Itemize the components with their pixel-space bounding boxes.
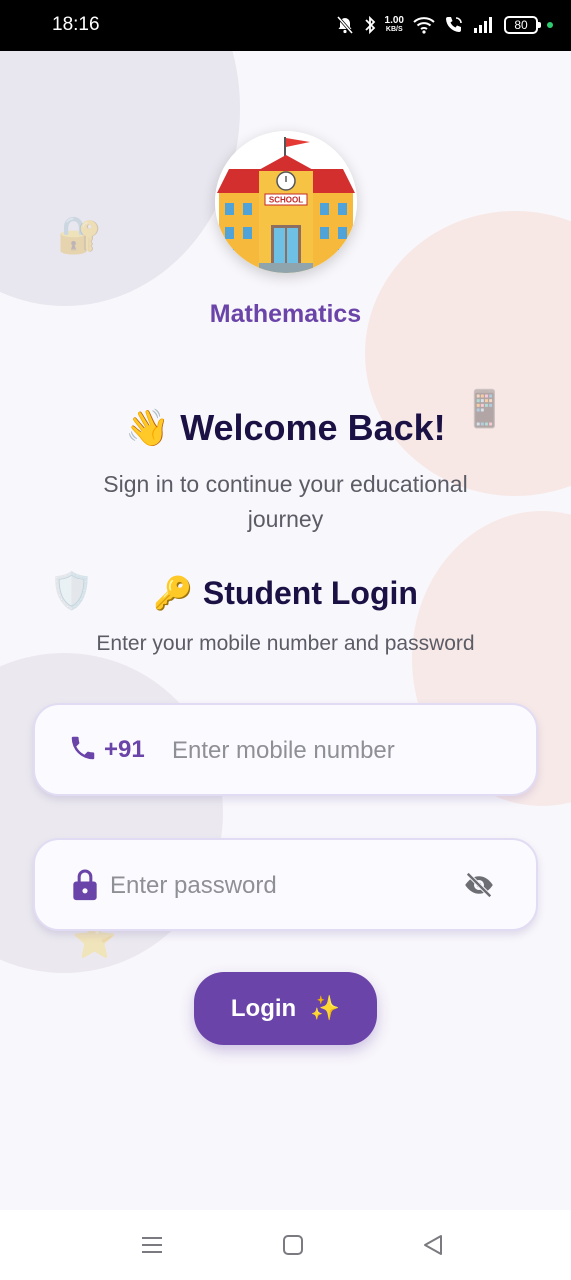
status-bar: 18:16 1.00 KB/S 80: [0, 0, 571, 51]
wifi-icon: [413, 16, 435, 34]
subject-name: Mathematics: [209, 300, 362, 328]
login-heading: 🔑 Student Login: [0, 574, 571, 612]
signal-icon: [473, 17, 495, 33]
wifi-call-icon: [444, 15, 464, 35]
login-screen: 🔐 📱 🛡️ ⭐ SCHOOL Mathematics 👋 Welcome Ba…: [0, 51, 571, 1210]
net-speed-value: 1.00: [384, 15, 404, 26]
mute-icon: [335, 15, 355, 35]
net-speed-unit: KB/S: [385, 26, 403, 33]
welcome-subtitle: Sign in to continue your educational jou…: [103, 471, 468, 532]
phone-icon: [68, 733, 98, 768]
charging-dot-icon: [547, 22, 553, 28]
login-subtitle: Enter your mobile number and password: [96, 632, 475, 655]
battery-indicator: 80: [504, 16, 541, 34]
background-blob: [0, 51, 240, 306]
login-title: Student Login: [202, 575, 418, 611]
mobile-number-field[interactable]: +91: [33, 703, 538, 796]
menu-icon[interactable]: [141, 1234, 163, 1261]
home-square-icon[interactable]: [282, 1234, 304, 1261]
toggle-password-visibility-icon[interactable]: [464, 872, 494, 903]
key-icon: 🔑: [153, 575, 193, 611]
login-button-label: Login: [230, 994, 297, 1022]
back-triangle-icon[interactable]: [422, 1234, 444, 1261]
lock-icon: [71, 868, 99, 907]
navigation-bar: [0, 1210, 571, 1280]
bluetooth-icon: [364, 15, 376, 35]
status-time: 18:16: [52, 14, 100, 35]
waving-hand-icon: 👋: [125, 407, 171, 448]
background-blob: [365, 211, 571, 496]
country-code: +91: [104, 736, 145, 763]
status-icons: 1.00 KB/S 80: [335, 12, 553, 38]
school-sign: SCHOOL: [269, 196, 303, 205]
school-logo: SCHOOL: [215, 131, 357, 273]
welcome-heading: 👋 Welcome Back!: [0, 407, 571, 449]
password-input[interactable]: [110, 868, 450, 904]
network-speed: 1.00 KB/S: [385, 16, 404, 34]
lock-key-decoration-icon: 🔐: [57, 214, 102, 255]
sparkles-icon: ✨: [310, 995, 341, 1022]
password-field[interactable]: [33, 838, 538, 931]
welcome-title: Welcome Back!: [180, 407, 446, 448]
mobile-number-input[interactable]: [172, 733, 512, 769]
login-button[interactable]: Login ✨: [194, 972, 377, 1045]
